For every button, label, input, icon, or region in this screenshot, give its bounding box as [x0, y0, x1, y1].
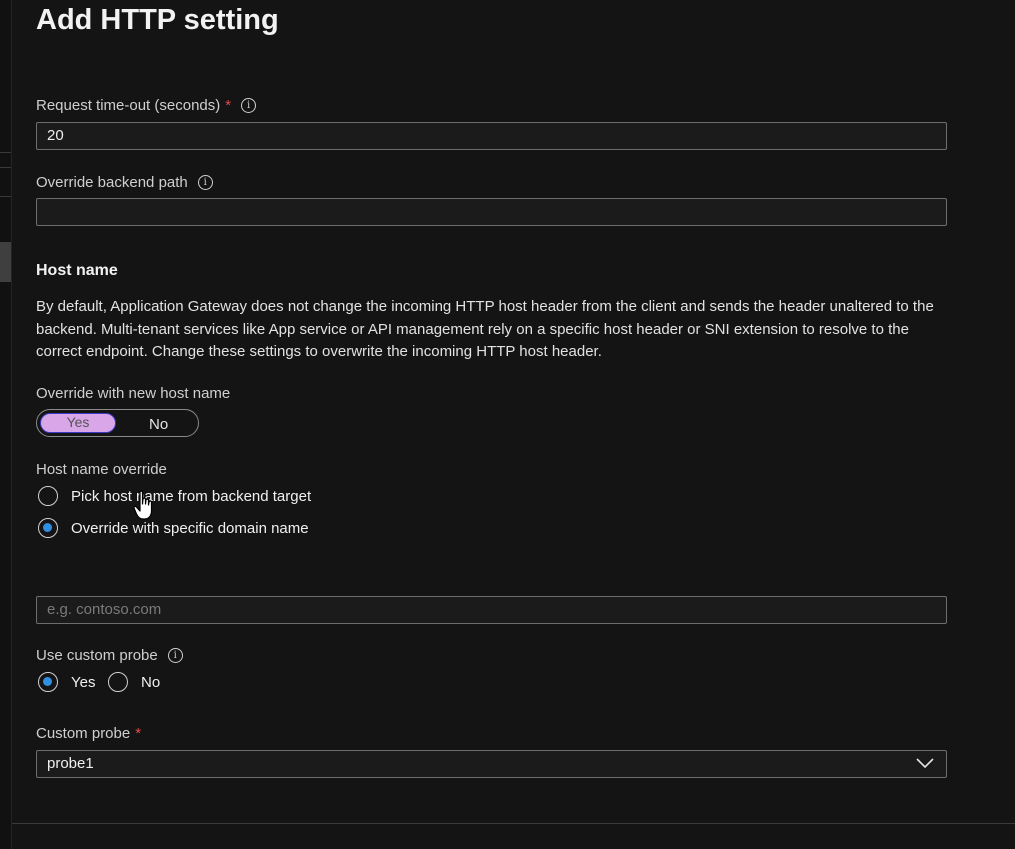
override-host-name-label: Override with new host name [36, 385, 230, 402]
hand-pointer-icon [133, 490, 153, 520]
info-icon[interactable]: i [241, 98, 257, 113]
gutter-scroll-thumb[interactable] [0, 242, 11, 282]
left-gutter [0, 0, 12, 849]
required-marker: * [135, 725, 142, 742]
info-icon[interactable]: i [167, 648, 183, 663]
request-timeout-input[interactable]: 20 [36, 122, 947, 150]
footer-divider [12, 823, 1015, 824]
radio-button[interactable] [38, 486, 58, 506]
request-timeout-label-text: Request time-out (seconds) [36, 97, 221, 114]
radio-button[interactable] [108, 672, 128, 692]
override-backend-path-input[interactable] [36, 198, 947, 226]
override-backend-path-label-text: Override backend path [36, 174, 188, 191]
host-name-description: By default, Application Gateway does not… [36, 298, 934, 360]
radio-button-checked[interactable] [38, 518, 58, 538]
host-name-override-label-text: Host name override [36, 461, 167, 478]
radio-override-specific-domain[interactable]: Override with specific domain name [38, 518, 309, 538]
override-backend-path-label: Override backend path i [36, 174, 213, 191]
toggle-yes-option[interactable]: Yes [40, 413, 116, 433]
gutter-divider [0, 152, 11, 153]
required-marker: * [225, 97, 232, 114]
radio-pick-host-name[interactable]: Pick host name from backend target [38, 486, 311, 506]
radio-custom-probe-no[interactable]: No [108, 672, 160, 692]
custom-probe-selected-value: probe1 [47, 755, 94, 772]
override-host-name-label-text: Override with new host name [36, 385, 231, 402]
radio-custom-probe-yes[interactable]: Yes [38, 672, 95, 692]
gutter-divider [0, 196, 11, 197]
custom-probe-label-text: Custom probe [36, 725, 131, 742]
gutter-divider [0, 167, 11, 168]
use-custom-probe-label-text: Use custom probe [36, 647, 158, 664]
radio-button-checked[interactable] [38, 672, 58, 692]
host-name-override-label: Host name override [36, 461, 167, 478]
custom-probe-label: Custom probe * [36, 725, 141, 742]
radio-custom-probe-yes-label: Yes [71, 673, 96, 691]
radio-pick-host-name-label: Pick host name from backend target [71, 487, 312, 505]
custom-probe-select[interactable]: probe1 [36, 750, 947, 778]
use-custom-probe-label: Use custom probe i [36, 647, 183, 664]
radio-custom-probe-no-label: No [141, 673, 161, 691]
toggle-no-option[interactable]: No [149, 416, 168, 433]
page-title: Add HTTP setting [36, 4, 279, 36]
request-timeout-label: Request time-out (seconds) * i [36, 97, 257, 114]
domain-name-placeholder: e.g. contoso.com [47, 601, 162, 618]
override-host-name-toggle: Yes No [36, 409, 199, 437]
info-icon[interactable]: i [197, 175, 213, 190]
domain-name-input[interactable]: e.g. contoso.com [36, 596, 947, 624]
host-name-heading: Host name [36, 262, 118, 279]
radio-override-specific-domain-label: Override with specific domain name [71, 519, 309, 537]
chevron-down-icon[interactable] [916, 756, 934, 770]
